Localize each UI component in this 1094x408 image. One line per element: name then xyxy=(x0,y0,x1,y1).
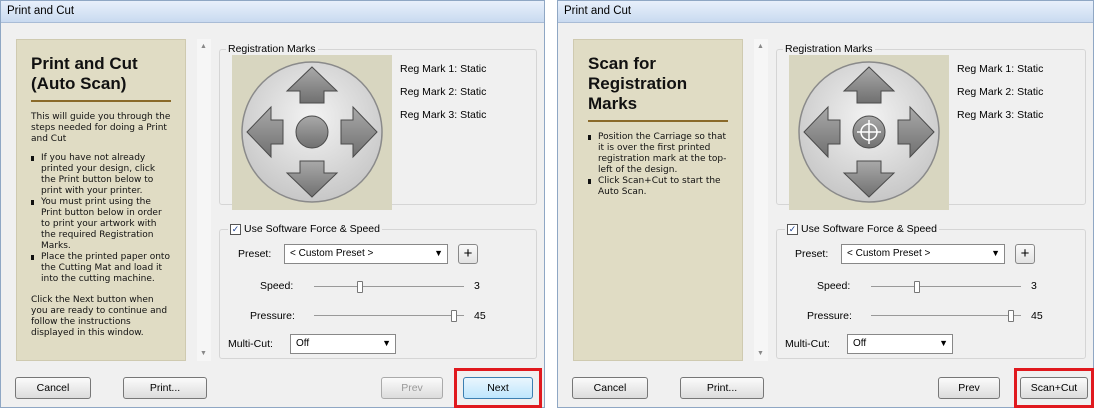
add-preset-button[interactable]: + xyxy=(1015,244,1035,264)
reg-mark-list: Reg Mark 1: Static Reg Mark 2: Static Re… xyxy=(400,58,486,127)
use-software-force-label: Use Software Force & Speed xyxy=(801,223,937,235)
reg-mark-3-status: Reg Mark 3: Static xyxy=(400,109,487,121)
instructions-intro: This will guide you through the steps ne… xyxy=(31,112,171,144)
pressure-slider[interactable] xyxy=(871,310,1021,322)
scan-cut-button-highlight xyxy=(1014,368,1094,408)
instructions-panel: Print and Cut (Auto Scan) This will guid… xyxy=(16,39,186,361)
pressure-slider-thumb[interactable] xyxy=(451,310,457,322)
reg-mark-1-status: Reg Mark 1: Static xyxy=(400,63,487,75)
preset-select[interactable]: < Custom Preset > ▼ xyxy=(841,244,1005,264)
registration-marks-group: Registration Marks Reg Mark 1: Static Re… xyxy=(776,43,1086,210)
scroll-down-icon[interactable]: ▼ xyxy=(757,350,764,357)
direction-pad xyxy=(232,55,392,210)
checkbox-check-icon[interactable]: ✓ xyxy=(230,223,241,235)
preset-select-value: < Custom Preset > xyxy=(847,248,931,259)
instruction-item: Position the Carriage so that it is over… xyxy=(588,132,727,175)
reg-mark-1-status: Reg Mark 1: Static xyxy=(957,63,1044,75)
instructions-panel: Scan for Registration Marks Position the… xyxy=(573,39,743,361)
reg-mark-3-status: Reg Mark 3: Static xyxy=(957,109,1044,121)
multi-cut-label: Multi-Cut: xyxy=(785,338,830,350)
multi-cut-select-value: Off xyxy=(296,338,310,349)
direction-pad-svg xyxy=(241,61,383,203)
reg-mark-2-status: Reg Mark 2: Static xyxy=(400,86,487,98)
instructions-heading: Print and Cut (Auto Scan) xyxy=(31,54,138,93)
scroll-down-icon[interactable]: ▼ xyxy=(200,350,207,357)
cancel-button[interactable]: Cancel xyxy=(15,377,91,399)
scroll-up-icon[interactable]: ▲ xyxy=(757,43,764,50)
checkbox-check-icon[interactable]: ✓ xyxy=(787,223,798,235)
prev-button[interactable]: Prev xyxy=(938,377,1000,399)
pressure-slider-track xyxy=(871,315,1021,316)
speed-label: Speed: xyxy=(817,280,851,292)
scan-registration-dialog: Print and Cut Scan for Registration Mark… xyxy=(557,0,1094,408)
speed-value: 3 xyxy=(474,280,480,292)
use-software-force-label: Use Software Force & Speed xyxy=(244,223,380,235)
multi-cut-select[interactable]: Off ▼ xyxy=(290,334,396,354)
preset-select[interactable]: < Custom Preset > ▼ xyxy=(284,244,448,264)
window-title: Print and Cut xyxy=(558,1,1093,23)
reg-mark-list: Reg Mark 1: Static Reg Mark 2: Static Re… xyxy=(957,58,1043,127)
speed-slider-track xyxy=(871,286,1021,287)
speed-slider[interactable] xyxy=(314,281,464,293)
use-software-force-checkbox[interactable]: ✓ Use Software Force & Speed xyxy=(785,223,939,235)
pressure-slider[interactable] xyxy=(314,310,464,322)
multi-cut-select[interactable]: Off ▼ xyxy=(847,334,953,354)
print-and-cut-dialog-auto-scan: Print and Cut Print and Cut (Auto Scan) … xyxy=(0,0,545,408)
instructions-scrollbar[interactable]: ▲ ▼ xyxy=(197,39,211,361)
scroll-up-icon[interactable]: ▲ xyxy=(200,43,207,50)
multi-cut-label: Multi-Cut: xyxy=(228,338,273,350)
heading-rule xyxy=(31,100,171,102)
instruction-item: You must print using the Print button be… xyxy=(31,197,171,252)
pressure-slider-thumb[interactable] xyxy=(1008,310,1014,322)
reg-mark-2-status: Reg Mark 2: Static xyxy=(957,86,1044,98)
center-button-icon[interactable] xyxy=(295,115,329,149)
add-preset-button[interactable]: + xyxy=(458,244,478,264)
pressure-slider-track xyxy=(314,315,464,316)
instructions-heading: Scan for Registration Marks xyxy=(588,54,688,113)
instructions-list: If you have not already printed your des… xyxy=(31,153,171,285)
speed-slider[interactable] xyxy=(871,281,1021,293)
dropdown-arrow-icon: ▼ xyxy=(382,338,391,348)
window-title: Print and Cut xyxy=(1,1,544,23)
speed-slider-track xyxy=(314,286,464,287)
dropdown-arrow-icon: ▼ xyxy=(939,338,948,348)
pressure-value: 45 xyxy=(1031,310,1043,322)
crosshair-icon[interactable] xyxy=(852,115,886,149)
instruction-item: If you have not already printed your des… xyxy=(31,153,171,197)
instruction-item: Click Scan+Cut to start the Auto Scan. xyxy=(588,176,728,198)
dropdown-arrow-icon: ▼ xyxy=(434,248,443,258)
instructions-outro: Click the Next button when you are ready… xyxy=(31,295,168,338)
prev-button[interactable]: Prev xyxy=(381,377,443,399)
use-software-force-checkbox[interactable]: ✓ Use Software Force & Speed xyxy=(228,223,382,235)
cancel-button[interactable]: Cancel xyxy=(572,377,648,399)
speed-slider-thumb[interactable] xyxy=(357,281,363,293)
heading-rule xyxy=(588,120,728,122)
speed-slider-thumb[interactable] xyxy=(914,281,920,293)
registration-marks-title: Registration Marks xyxy=(226,43,318,55)
preset-select-value: < Custom Preset > xyxy=(290,248,374,259)
instructions-list: Position the Carriage so that it is over… xyxy=(588,132,728,198)
preset-label: Preset: xyxy=(795,248,829,260)
instructions-scrollbar[interactable]: ▲ ▼ xyxy=(754,39,768,361)
pressure-value: 45 xyxy=(474,310,486,322)
direction-pad-svg xyxy=(798,61,940,203)
print-button[interactable]: Print... xyxy=(123,377,207,399)
registration-marks-group: Registration Marks Reg Mark 1: Static Re… xyxy=(219,43,537,210)
pressure-label: Pressure: xyxy=(807,310,852,322)
direction-pad xyxy=(789,55,949,210)
force-speed-group: ✓ Use Software Force & Speed Preset: < C… xyxy=(219,223,537,359)
preset-label: Preset: xyxy=(238,248,272,260)
speed-label: Speed: xyxy=(260,280,294,292)
multi-cut-select-value: Off xyxy=(853,338,867,349)
instruction-item: Place the printed paper onto the Cutting… xyxy=(31,252,170,284)
next-button-highlight xyxy=(454,368,542,408)
speed-value: 3 xyxy=(1031,280,1037,292)
print-button[interactable]: Print... xyxy=(680,377,764,399)
pressure-label: Pressure: xyxy=(250,310,295,322)
dropdown-arrow-icon: ▼ xyxy=(991,248,1000,258)
registration-marks-title: Registration Marks xyxy=(783,43,875,55)
force-speed-group: ✓ Use Software Force & Speed Preset: < C… xyxy=(776,223,1086,359)
